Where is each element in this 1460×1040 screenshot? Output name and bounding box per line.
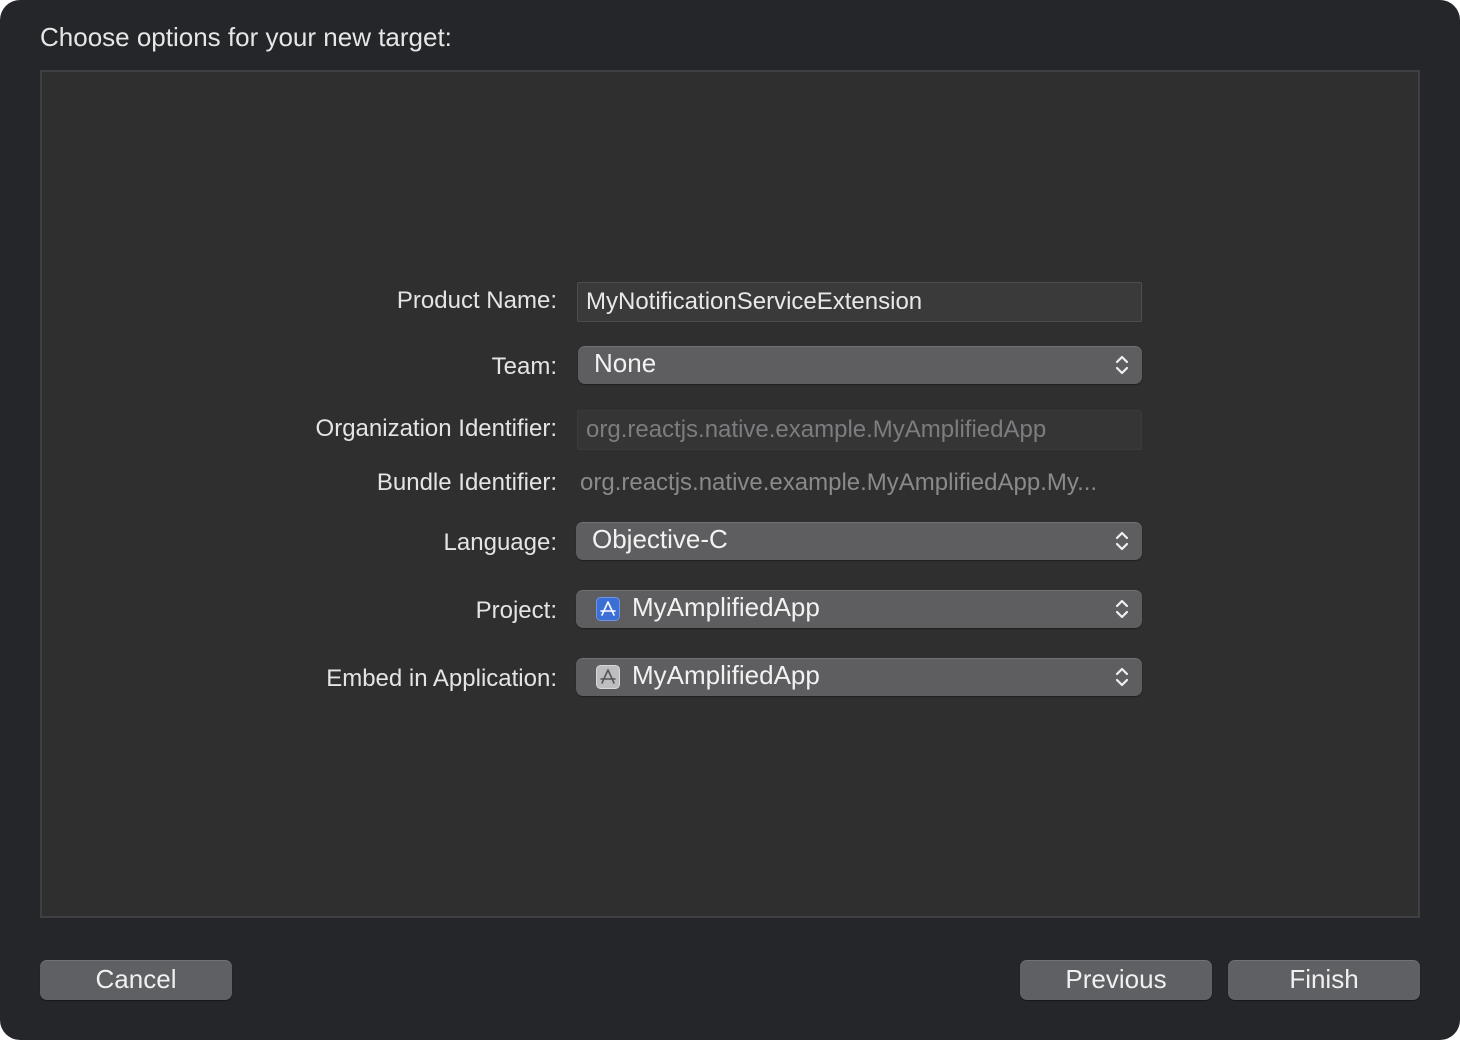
previous-button[interactable]: Previous bbox=[1020, 960, 1212, 1000]
app-target-icon bbox=[596, 665, 620, 689]
language-popup-value: Objective-C bbox=[592, 524, 728, 554]
embed-in-application-popup[interactable]: MyAmplifiedApp bbox=[576, 658, 1142, 696]
product-name-field[interactable]: MyNotificationServiceExtension bbox=[577, 282, 1142, 322]
project-label: Project: bbox=[475, 597, 557, 624]
xcode-project-icon bbox=[596, 597, 620, 621]
product-name-label: Product Name: bbox=[396, 287, 557, 314]
embed-in-application-label: Embed in Application: bbox=[326, 665, 557, 692]
cancel-button[interactable]: Cancel bbox=[40, 960, 232, 1000]
dialog-title: Choose options for your new target: bbox=[40, 22, 452, 52]
project-popup-value: MyAmplifiedApp bbox=[632, 592, 820, 622]
team-label: Team: bbox=[491, 353, 557, 380]
bundle-identifier-label: Bundle Identifier: bbox=[376, 469, 557, 496]
language-popup[interactable]: Objective-C bbox=[576, 522, 1142, 560]
new-target-options-dialog: Choose options for your new target: Prod… bbox=[0, 0, 1460, 1040]
project-popup[interactable]: MyAmplifiedApp bbox=[576, 590, 1142, 628]
organization-identifier-label: Organization Identifier: bbox=[315, 415, 557, 442]
team-popup-value: None bbox=[594, 348, 657, 378]
finish-button[interactable]: Finish bbox=[1228, 960, 1420, 1000]
chevron-up-down-icon bbox=[1115, 599, 1129, 619]
language-label: Language: bbox=[443, 529, 557, 556]
chevron-up-down-icon bbox=[1115, 667, 1129, 687]
team-popup[interactable]: None bbox=[578, 346, 1142, 384]
chevron-up-down-icon bbox=[1115, 355, 1129, 375]
embed-in-application-popup-value: MyAmplifiedApp bbox=[632, 660, 820, 690]
chevron-up-down-icon bbox=[1115, 531, 1129, 551]
bundle-identifier-value: org.reactjs.native.example.MyAmplifiedAp… bbox=[580, 469, 1098, 496]
organization-identifier-field[interactable]: org.reactjs.native.example.MyAmplifiedAp… bbox=[577, 410, 1142, 450]
